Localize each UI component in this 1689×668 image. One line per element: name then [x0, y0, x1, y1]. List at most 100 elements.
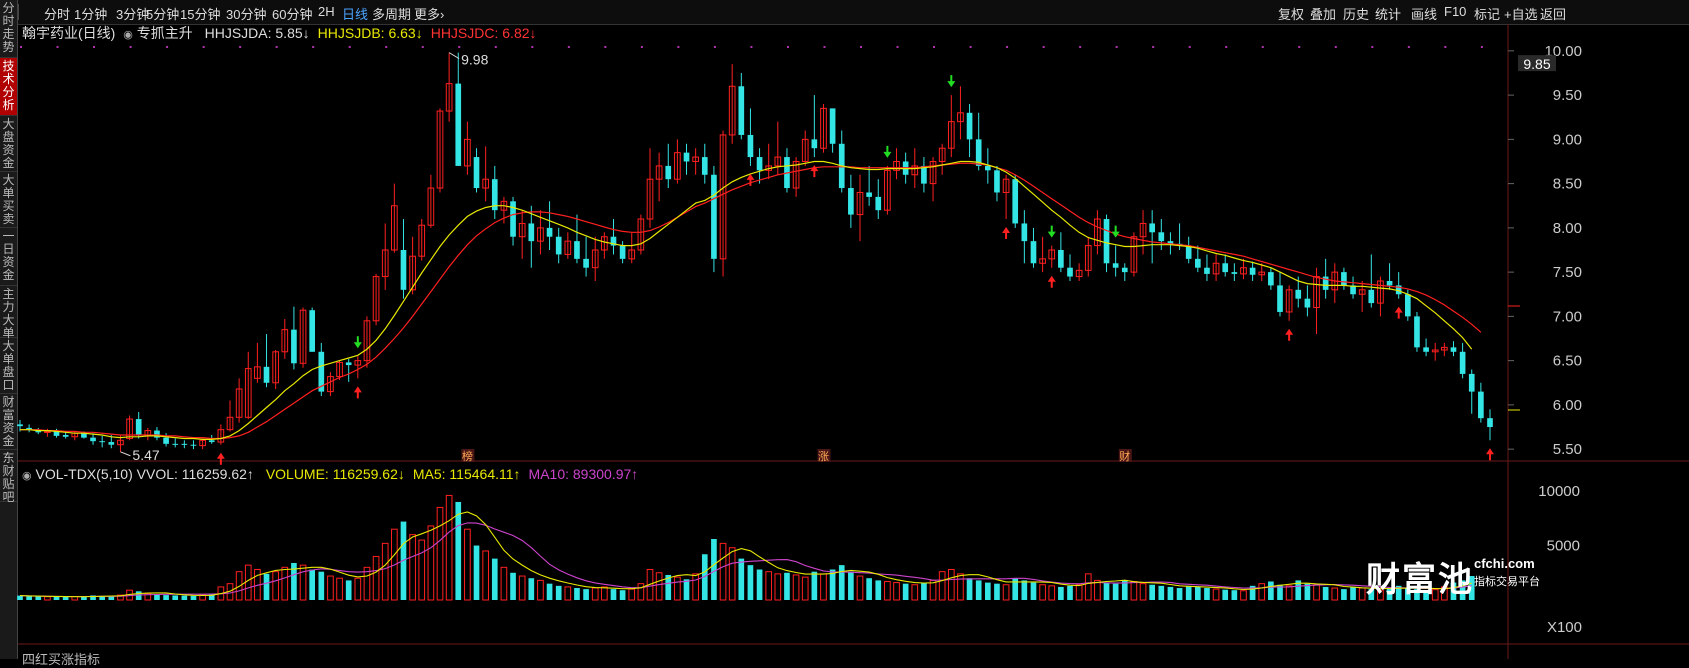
volume-bar [1313, 584, 1320, 601]
volume-bar [619, 590, 626, 600]
event-mark-label: 榜 [462, 449, 473, 463]
candle-body [1341, 272, 1347, 286]
candle-body [208, 440, 215, 443]
volume-bar [163, 595, 169, 600]
candle-body [44, 430, 51, 433]
top-dot-marker [713, 46, 716, 48]
candle-body [683, 152, 690, 162]
volume-bar [711, 539, 717, 600]
candle-body [291, 329, 297, 364]
volume-bar [765, 571, 773, 601]
volume-bar [1212, 588, 1220, 601]
price-tick-label: 8.00 [1553, 220, 1582, 237]
volume-bar [1240, 590, 1247, 601]
high-price-label: 9.98 [461, 52, 488, 68]
current-price-label: 9.85 [1523, 56, 1550, 72]
volume-bar [381, 542, 389, 601]
candle-body [528, 223, 535, 242]
volume-bar [564, 586, 572, 601]
volume-bar [719, 542, 727, 601]
volume-bar [281, 566, 289, 601]
volume-bar [966, 578, 973, 600]
top-dot-marker [166, 46, 169, 48]
volume-bar [1130, 580, 1138, 601]
candle-body [135, 419, 142, 435]
volume-bar [1350, 586, 1356, 600]
top-dot-marker [421, 46, 424, 48]
volume-bar [756, 569, 763, 600]
candle-body [1058, 250, 1064, 268]
candle-body [473, 157, 480, 189]
candle-body [1121, 267, 1128, 273]
volume-bar [875, 580, 882, 600]
top-dot-marker [385, 46, 388, 48]
volume-bar [345, 580, 352, 600]
volume-bar [1139, 583, 1147, 601]
high-pointer [448, 52, 460, 60]
volume-bar [893, 582, 900, 601]
volume-bar [683, 579, 690, 600]
volume-bar [418, 539, 426, 601]
volume-unit-label: X100 [1547, 619, 1582, 636]
candle-body [90, 437, 96, 442]
candle-body [583, 258, 589, 268]
volume-bar [1358, 587, 1366, 601]
volume-bar [1285, 585, 1293, 601]
candle-body [1103, 219, 1110, 264]
candle-body [17, 424, 23, 427]
candle-body [1404, 294, 1411, 317]
volume-bar [1058, 586, 1064, 600]
top-dot-marker [202, 46, 205, 48]
candle-body [108, 442, 115, 445]
candle-body [1185, 245, 1192, 259]
top-dot-marker [348, 46, 351, 48]
candle-body [1268, 272, 1274, 286]
volume-bar [1341, 589, 1347, 600]
top-dot-marker [531, 46, 534, 48]
buy-signal-arrow [1394, 306, 1403, 319]
candle-body [400, 250, 407, 290]
top-dot-marker [750, 46, 753, 48]
candle-body [984, 165, 991, 171]
candle-body [1204, 267, 1210, 274]
candle-body [1231, 272, 1238, 274]
candle-body [665, 165, 672, 180]
volume-bar [1268, 581, 1274, 600]
price-tick-label: 9.50 [1553, 87, 1582, 104]
sell-signal-arrow [1111, 225, 1120, 238]
volume-bar [309, 569, 316, 600]
top-dot-marker [56, 46, 59, 48]
volume-bar [518, 575, 526, 601]
volume-bar [455, 501, 462, 600]
top-dot-marker [239, 46, 242, 48]
top-dot-marker [969, 46, 972, 48]
candle-body [1021, 223, 1028, 242]
volume-bar [354, 577, 362, 601]
volume-bar [628, 588, 636, 601]
candle-body [163, 437, 169, 444]
volume-bar [537, 579, 544, 601]
candle-body [921, 165, 927, 184]
candle-body [619, 245, 626, 259]
top-dot-marker [860, 46, 862, 48]
low-pointer [120, 451, 131, 457]
volume-bar [1103, 582, 1110, 600]
candle-body [1423, 347, 1429, 352]
volume-bar [902, 583, 909, 600]
top-dot-marker [458, 46, 461, 48]
candle-body [1249, 267, 1256, 275]
volume-bar [947, 569, 955, 601]
volume-bar [866, 578, 872, 600]
volume-bar [190, 595, 197, 600]
volume-bar [1002, 584, 1010, 601]
volume-bar [555, 585, 562, 600]
candle-body [263, 366, 270, 383]
volume-bar [728, 547, 736, 601]
volume-bar [436, 506, 444, 601]
candle-body [1478, 391, 1484, 419]
candle-body [1414, 316, 1420, 348]
volume-bar [1231, 590, 1238, 600]
ma-short-line [20, 160, 1473, 440]
volume-bar [272, 571, 279, 601]
top-dot-marker [1006, 46, 1009, 48]
